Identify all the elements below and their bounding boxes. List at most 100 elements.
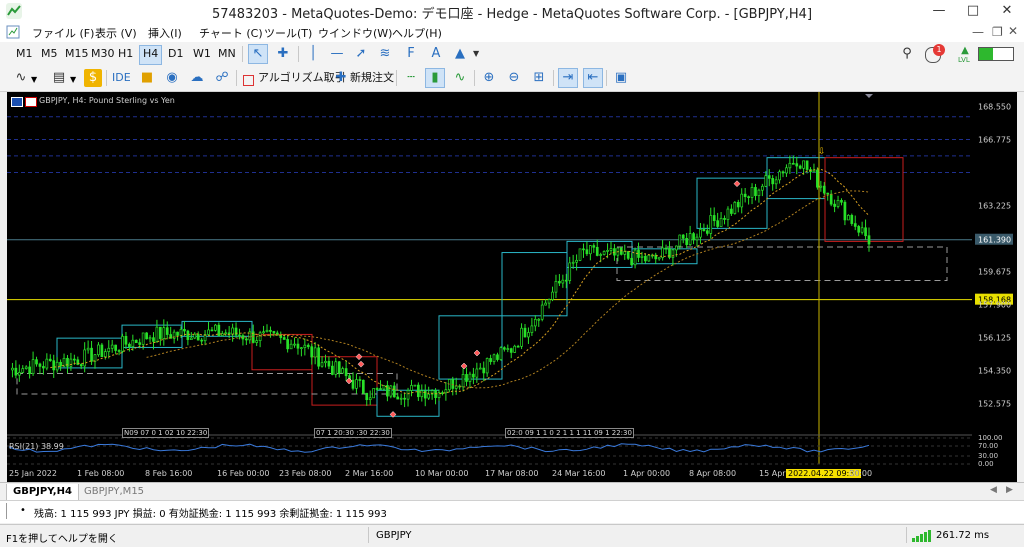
chart-type-dropdown-icon[interactable]: ▼: [31, 75, 37, 84]
candle-body: [351, 379, 355, 389]
candle-body: [293, 343, 296, 346]
line-icon[interactable]: ∿: [451, 69, 469, 87]
menu-view[interactable]: 表示 (V): [95, 25, 137, 41]
candle-body: [265, 329, 269, 333]
child-close-icon[interactable]: ✕: [1008, 24, 1018, 38]
menu-help[interactable]: ヘルプ(H): [392, 25, 442, 41]
shapes-dropdown-icon[interactable]: ▼: [473, 49, 479, 58]
timeframe-mn[interactable]: MN: [215, 45, 239, 63]
indicators-dropdown-icon[interactable]: ▼: [70, 75, 76, 84]
close-icon[interactable]: ✕: [990, 0, 1024, 22]
timeframe-m1[interactable]: M1: [13, 45, 36, 63]
candle-body: [513, 345, 517, 353]
indicators-icon[interactable]: ▤: [50, 69, 68, 87]
trendline-icon[interactable]: ➚: [352, 45, 370, 63]
candle-body: [685, 238, 689, 245]
timeframe-h4[interactable]: H4: [139, 45, 163, 65]
line-chart-icon[interactable]: ∿: [12, 69, 30, 87]
candle-body: [829, 193, 833, 205]
candle-body: [344, 368, 348, 377]
signals-icon[interactable]: ◉: [163, 69, 181, 87]
candle-body: [561, 279, 565, 284]
candlestick-icon[interactable]: ▮: [425, 68, 445, 88]
tab-gbpjpy-m15[interactable]: GBPJPY,M15: [78, 484, 150, 500]
menu-insert[interactable]: 挿入(I): [148, 25, 182, 41]
candle-body: [478, 367, 482, 370]
candle-body: [664, 247, 668, 250]
chart-window-icon[interactable]: [6, 25, 20, 39]
tabs-scroll-left-icon[interactable]: ◀: [990, 485, 997, 495]
candle-body: [599, 254, 603, 256]
chart-tabs: GBPJPY,H4 GBPJPY,M15 ◀ ▶: [0, 482, 1024, 501]
bar-chart-icon[interactable]: ┄: [402, 69, 420, 87]
timeframe-m30[interactable]: M30: [88, 45, 118, 63]
maximize-icon[interactable]: □: [956, 0, 990, 22]
rsi-label: RSI(21) 38.99: [9, 442, 64, 451]
ide-button[interactable]: IDE: [112, 70, 131, 86]
screenshot-icon[interactable]: ▣: [612, 69, 630, 87]
horizontal-line-icon[interactable]: —: [328, 45, 346, 63]
flag-jp-icon: [25, 97, 37, 107]
lock-icon[interactable]: ■: [138, 69, 156, 87]
candle-body: [847, 214, 850, 221]
chart-shift-icon[interactable]: ⇤: [583, 68, 603, 88]
market-icon[interactable]: $: [84, 69, 102, 87]
time-tick-label: 10 Mar 00:00: [415, 469, 468, 478]
toolbar-timeframes: M1 M5 M15 M30 H1 H4 D1 W1 MN ↖ ✚ │ — ➚ ≋…: [0, 42, 1024, 67]
cloud-icon[interactable]: ☁: [188, 69, 206, 87]
price-chart[interactable]: ⇩ 168.550 166.775 163.225 161.390 159.675 158…: [7, 92, 1017, 482]
range-box: [824, 157, 904, 242]
account-bullet: •: [20, 505, 26, 516]
candle-body: [303, 344, 307, 349]
new-order-button[interactable]: 新規注文: [350, 70, 394, 86]
candle-body: [334, 361, 338, 375]
vps-icon[interactable]: ☍: [213, 69, 231, 87]
candle-body: [606, 250, 609, 252]
zoom-in-icon[interactable]: ⊕: [480, 69, 498, 87]
shapes-icon[interactable]: ▲: [451, 45, 469, 63]
channel-icon[interactable]: ≋: [376, 45, 394, 63]
time-tick-label: 23 Feb 08:00: [279, 469, 331, 478]
timeframe-m5[interactable]: M5: [38, 45, 61, 63]
menu-window[interactable]: ウインドウ(W): [318, 25, 392, 41]
candle-body: [62, 357, 66, 367]
account-summary: • 残高: 1 115 993 JPY 損益: 0 有効証拠金: 1 115 9…: [0, 500, 1024, 523]
tabs-scroll-right-icon[interactable]: ▶: [1006, 485, 1013, 495]
timeframe-d1[interactable]: D1: [165, 45, 186, 63]
price-tick-label: 156.125: [978, 334, 1011, 343]
candle-body: [489, 358, 492, 362]
candle-body: [802, 160, 805, 169]
candle-body: [564, 279, 568, 282]
signal-marker: [345, 377, 353, 385]
minimize-icon[interactable]: —: [922, 0, 956, 22]
chart-canvas[interactable]: ⇩ 168.550166.775163.225161.390159.675158…: [7, 92, 1017, 482]
crosshair-icon[interactable]: ✚: [274, 45, 292, 63]
timeframe-h1[interactable]: H1: [115, 45, 136, 63]
cursor-icon[interactable]: ↖: [248, 44, 268, 64]
menu-tools[interactable]: ツール(T): [264, 25, 312, 41]
restore-icon[interactable]: ❐: [992, 25, 1003, 39]
candle-body: [499, 347, 503, 360]
fibonacci-icon[interactable]: F: [402, 45, 420, 63]
candle-body: [324, 360, 327, 364]
menu-file[interactable]: ファイル (F): [32, 25, 94, 41]
timeframe-w1[interactable]: W1: [190, 45, 214, 63]
candle-body: [699, 229, 702, 238]
menu-chart[interactable]: チャート (C): [199, 25, 263, 41]
tile-windows-icon[interactable]: ⊞: [530, 69, 548, 87]
restore-minimize-icon[interactable]: —: [972, 25, 984, 39]
vertical-line-icon[interactable]: │: [304, 45, 322, 63]
candle-body: [840, 199, 843, 203]
candle-body: [850, 214, 854, 224]
zoom-out-icon[interactable]: ⊖: [505, 69, 523, 87]
tab-gbpjpy-h4[interactable]: GBPJPY,H4: [6, 484, 79, 501]
autoscroll-icon[interactable]: ⇥: [558, 68, 578, 88]
candle-body: [733, 201, 737, 214]
separator: [553, 70, 554, 86]
candle-body: [857, 226, 861, 233]
text-label-icon[interactable]: A: [427, 45, 445, 63]
window-title: 57483203 - MetaQuotes-Demo: デモ口座 - Hedge…: [211, 7, 813, 22]
collapse-handle[interactable]: [6, 503, 15, 519]
search-icon[interactable]: ⚲: [898, 45, 916, 63]
candle-body: [214, 324, 217, 331]
